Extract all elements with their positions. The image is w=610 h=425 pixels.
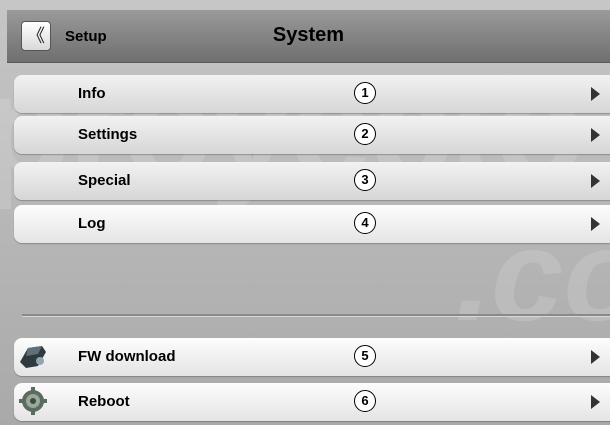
chevron-right-icon bbox=[591, 217, 600, 231]
system-screen: proyecto .co 《 Setup System Info 1 Setti… bbox=[0, 0, 610, 425]
chevron-right-icon bbox=[591, 395, 600, 409]
callout-number: 3 bbox=[354, 169, 376, 191]
menu-item-settings[interactable]: Settings 2 bbox=[14, 116, 610, 154]
reboot-button[interactable]: Reboot 6 bbox=[14, 383, 610, 421]
callout-number: 5 bbox=[354, 345, 376, 367]
action-label: Reboot bbox=[78, 393, 130, 410]
action-label: FW download bbox=[78, 348, 176, 365]
menu-item-info[interactable]: Info 1 bbox=[14, 75, 610, 113]
callout-number: 2 bbox=[354, 123, 376, 145]
fw-download-button[interactable]: FW download 5 bbox=[14, 338, 610, 376]
chevron-right-icon bbox=[591, 350, 600, 364]
header-bar: 《 Setup System bbox=[7, 10, 610, 63]
callout-number: 4 bbox=[354, 212, 376, 234]
callout-number: 1 bbox=[354, 82, 376, 104]
menu-item-label: Info bbox=[78, 85, 106, 102]
chevron-right-icon bbox=[591, 87, 600, 101]
reboot-gear-icon bbox=[19, 387, 47, 415]
menu-item-special[interactable]: Special 3 bbox=[14, 162, 610, 200]
menu-item-label: Log bbox=[78, 215, 106, 232]
menu-item-log[interactable]: Log 4 bbox=[14, 205, 610, 243]
chevron-right-icon bbox=[591, 174, 600, 188]
page-title: System bbox=[272, 24, 345, 46]
chevron-right-icon bbox=[591, 128, 600, 142]
menu-item-label: Settings bbox=[78, 126, 138, 143]
menu-item-label: Special bbox=[78, 172, 131, 189]
callout-number: 6 bbox=[354, 390, 376, 412]
section-divider bbox=[22, 314, 610, 317]
fw-download-icon bbox=[20, 346, 46, 368]
